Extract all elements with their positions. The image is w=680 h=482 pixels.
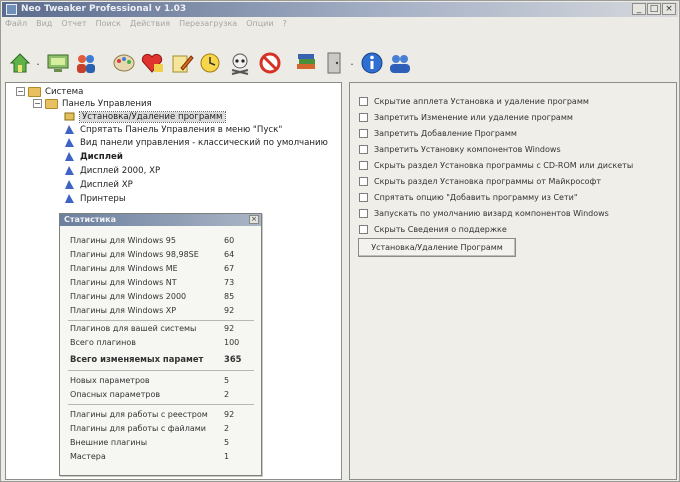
- collapse-toggle[interactable]: −: [16, 87, 25, 96]
- checkbox[interactable]: [359, 128, 368, 138]
- tree-item-add-remove-programs[interactable]: Установка/Удаление программ: [64, 110, 226, 123]
- option-deny-add[interactable]: Запретить Добавление Программ: [359, 127, 517, 139]
- menu-actions[interactable]: Действия: [130, 19, 170, 32]
- checkbox[interactable]: [359, 224, 368, 234]
- tree-item-printers[interactable]: Принтеры: [64, 192, 126, 205]
- users-icon[interactable]: [73, 50, 99, 76]
- collapse-toggle[interactable]: −: [33, 99, 42, 108]
- checkbox[interactable]: [359, 96, 368, 106]
- stat-row: Плагины для Windows 95 60: [70, 236, 235, 245]
- stat-row: Новых параметров 5: [70, 376, 230, 385]
- stat-row: Плагины для Windows 2000 85: [70, 292, 235, 301]
- stat-row: Плагины для Windows 98,98SE 64: [70, 250, 235, 259]
- menu-options[interactable]: Опции: [246, 19, 273, 32]
- divider: [68, 404, 254, 405]
- setting-icon: [65, 166, 74, 175]
- statistics-title-bar[interactable]: Статистика ×: [60, 214, 261, 226]
- skull-icon[interactable]: [227, 50, 253, 76]
- app-window: Neo Tweaker Professional v 1.03 _ □ × Фа…: [0, 0, 680, 482]
- tree-node-control-panel[interactable]: − Панель Управления: [33, 97, 152, 110]
- toolbar-dropdown[interactable]: ·: [35, 58, 41, 71]
- app-icon: [6, 4, 17, 15]
- setting-icon: [65, 138, 74, 147]
- close-button[interactable]: ×: [662, 3, 676, 15]
- menu-reboot[interactable]: Перезагрузка: [179, 19, 237, 32]
- checkbox[interactable]: [359, 208, 368, 218]
- stat-row-total: Всего изменяемых парамет 365: [70, 354, 242, 364]
- setting-icon: [65, 180, 74, 189]
- tree-item-display-xp[interactable]: Дисплей XP: [64, 178, 133, 191]
- setting-icon: [65, 125, 74, 134]
- window-title: Neo Tweaker Professional v 1.03: [21, 4, 187, 14]
- forbidden-icon[interactable]: [257, 50, 283, 76]
- add-remove-programs-button[interactable]: Установка/Удаление Программ: [358, 238, 516, 257]
- window-controls: _ □ ×: [632, 3, 676, 15]
- stat-row: Внешние плагины 5: [70, 438, 230, 447]
- menu-file[interactable]: Файл: [5, 19, 27, 32]
- minimize-button[interactable]: _: [632, 3, 646, 15]
- tree-item-display[interactable]: Дисплей: [64, 150, 123, 163]
- menu-bar: Файл Вид Отчет Поиск Действия Перезагруз…: [5, 19, 287, 32]
- statistics-dialog: Статистика × Плагины для Windows 95 60 Пл…: [59, 213, 262, 476]
- option-run-components-wizard[interactable]: Запускать по умолчанию визард компоненто…: [359, 207, 609, 219]
- option-hide-support-info[interactable]: Скрыть Сведения о поддержке: [359, 223, 507, 235]
- checkbox[interactable]: [359, 176, 368, 186]
- tree-item-hide-control-panel[interactable]: Спрятать Панель Управления в меню "Пуск": [64, 123, 282, 136]
- home-icon[interactable]: [7, 50, 33, 76]
- stat-row: Плагины для Windows NT 73: [70, 278, 235, 287]
- heart-icon[interactable]: [139, 50, 165, 76]
- stat-row: Мастера 1: [70, 452, 230, 461]
- clock-icon[interactable]: [197, 50, 223, 76]
- folder-icon: [45, 98, 58, 109]
- stat-row: Всего плагинов 100: [70, 338, 240, 347]
- checkbox[interactable]: [359, 160, 368, 170]
- checkbox[interactable]: [359, 192, 368, 202]
- stat-row: Плагины для работы с реестром 92: [70, 410, 235, 419]
- stat-row: Плагины для Windows XP 92: [70, 306, 235, 315]
- tree-item-classic-view[interactable]: Вид панели управления - классический по …: [64, 136, 328, 149]
- computer-icon[interactable]: [45, 50, 71, 76]
- close-icon[interactable]: ×: [249, 215, 259, 224]
- setting-icon: [65, 152, 74, 161]
- people-icon[interactable]: [387, 50, 413, 76]
- option-deny-change-remove[interactable]: Запретить Изменение или удаление програм…: [359, 111, 573, 123]
- menu-help[interactable]: ?: [283, 19, 287, 32]
- option-hide-cdrom-install[interactable]: Скрыть раздел Установка программы с CD-R…: [359, 159, 633, 171]
- checkbox[interactable]: [359, 144, 368, 154]
- stat-row: Опасных параметров 2: [70, 390, 230, 399]
- stat-row: Плагины для работы с файлами 2: [70, 424, 230, 433]
- statistics-title: Статистика: [64, 215, 116, 224]
- toolbar: · ·: [5, 44, 677, 84]
- books-icon[interactable]: [293, 50, 319, 76]
- programs-icon: [64, 112, 75, 121]
- maximize-button[interactable]: □: [647, 3, 661, 15]
- option-hide-applet[interactable]: Скрытие апплета Установка и удаление про…: [359, 95, 589, 107]
- option-hide-network-add[interactable]: Спрятать опцию "Добавить программу из Се…: [359, 191, 578, 203]
- toolbar-dropdown-2[interactable]: ·: [349, 58, 355, 71]
- setting-icon: [65, 194, 74, 203]
- palette-icon[interactable]: [111, 50, 137, 76]
- tree-item-display-2000-xp[interactable]: Дисплей 2000, XP: [64, 164, 160, 177]
- divider: [68, 370, 254, 371]
- title-bar[interactable]: Neo Tweaker Professional v 1.03 _ □ ×: [2, 2, 678, 17]
- divider: [68, 320, 254, 321]
- option-deny-components[interactable]: Запретить Установку компонентов Windows: [359, 143, 561, 155]
- menu-report[interactable]: Отчет: [61, 19, 86, 32]
- stat-row: Плагинов для вашей системы 92: [70, 324, 235, 333]
- folder-icon: [28, 86, 41, 97]
- checkbox[interactable]: [359, 112, 368, 122]
- option-hide-microsoft-install[interactable]: Скрыть раздел Установка программы от Май…: [359, 175, 601, 187]
- options-panel: Скрытие апплета Установка и удаление про…: [349, 82, 677, 480]
- pencil-icon[interactable]: [169, 50, 195, 76]
- stat-row: Плагины для Windows ME 67: [70, 264, 235, 273]
- info-icon[interactable]: [359, 50, 385, 76]
- menu-view[interactable]: Вид: [36, 19, 52, 32]
- menu-search[interactable]: Поиск: [96, 19, 121, 32]
- door-icon[interactable]: [321, 50, 347, 76]
